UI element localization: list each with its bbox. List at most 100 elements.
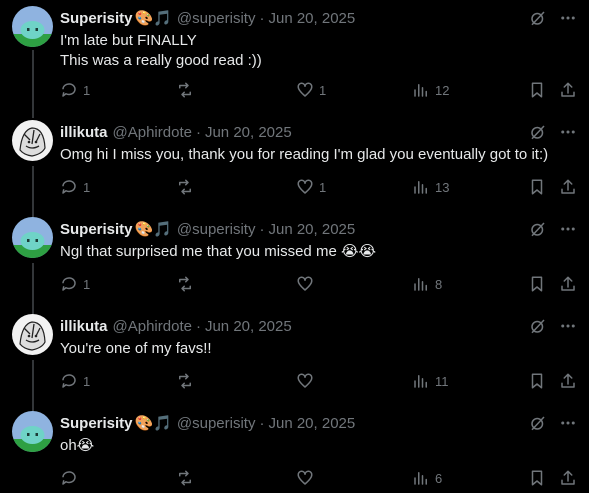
- avatar[interactable]: [12, 120, 53, 161]
- share-button[interactable]: [559, 372, 577, 390]
- share-button[interactable]: [559, 275, 577, 293]
- avatar[interactable]: [12, 314, 53, 355]
- view-count: 8: [435, 276, 443, 292]
- view-count: 12: [435, 82, 450, 98]
- repost-icon: [176, 275, 194, 293]
- views-icon: [412, 372, 430, 390]
- author-handle[interactable]: @superisity: [177, 221, 256, 238]
- bookmark-button[interactable]: [528, 81, 546, 99]
- avatar[interactable]: [12, 411, 53, 452]
- view-count: 13: [435, 179, 450, 195]
- view-count: 11: [435, 373, 449, 389]
- bookmark-icon: [528, 178, 546, 196]
- tweet-header: Superisity 🎨🎵 @superisity · Jun 20, 2025: [60, 413, 355, 433]
- like-button[interactable]: [296, 469, 319, 487]
- grok-icon[interactable]: [529, 317, 547, 335]
- author-handle[interactable]: @Aphirdote: [113, 124, 192, 141]
- like-button[interactable]: [296, 372, 319, 390]
- like-button[interactable]: [296, 275, 319, 293]
- reply-count: 1: [83, 179, 91, 195]
- like-count: 1: [319, 82, 327, 98]
- views-button[interactable]: 12: [412, 81, 449, 99]
- bookmark-icon: [528, 469, 546, 487]
- more-icon[interactable]: [559, 414, 577, 432]
- grok-icon[interactable]: [529, 9, 547, 27]
- view-count: 6: [435, 470, 443, 486]
- repost-icon: [176, 372, 194, 390]
- separator: ·: [195, 123, 201, 141]
- reply-count: 1: [83, 276, 91, 292]
- share-button[interactable]: [559, 81, 577, 99]
- repost-button[interactable]: [176, 469, 199, 487]
- bookmark-button[interactable]: [528, 372, 546, 390]
- views-button[interactable]: 13: [412, 178, 449, 196]
- share-button[interactable]: [559, 178, 577, 196]
- repost-icon: [176, 178, 194, 196]
- like-button[interactable]: 1: [296, 178, 326, 196]
- tweet-text: I'm late but FINALLY This was a really g…: [60, 32, 262, 69]
- avatar[interactable]: [12, 217, 53, 258]
- views-button[interactable]: 6: [412, 469, 442, 487]
- more-icon[interactable]: [559, 9, 577, 27]
- thread-line: [32, 166, 34, 218]
- avatar[interactable]: [12, 6, 53, 47]
- reply-button[interactable]: 1: [60, 372, 90, 390]
- bookmark-button[interactable]: [528, 275, 546, 293]
- views-icon: [412, 469, 430, 487]
- share-button[interactable]: [559, 469, 577, 487]
- thread-line: [32, 263, 34, 315]
- bookmark-icon: [528, 275, 546, 293]
- reply-button[interactable]: 1: [60, 275, 90, 293]
- tweet-date[interactable]: Jun 20, 2025: [268, 10, 355, 27]
- repost-button[interactable]: [176, 178, 199, 196]
- author-handle[interactable]: @Aphirdote: [113, 318, 192, 335]
- tweet-date[interactable]: Jun 20, 2025: [268, 415, 355, 432]
- reply-button[interactable]: 1: [60, 178, 90, 196]
- tweet-text: Omg hi I miss you, thank you for reading…: [60, 146, 549, 163]
- author-name[interactable]: Superisity: [60, 221, 133, 238]
- tweet-date[interactable]: Jun 20, 2025: [205, 318, 292, 335]
- share-icon: [559, 372, 577, 390]
- bookmark-icon: [528, 81, 546, 99]
- author-name[interactable]: Superisity: [60, 10, 133, 27]
- tweet-top-actions: [529, 220, 577, 238]
- more-icon[interactable]: [559, 317, 577, 335]
- repost-icon: [176, 469, 194, 487]
- reply-button[interactable]: [60, 469, 83, 487]
- reply-icon: [60, 275, 78, 293]
- author-name[interactable]: Superisity: [60, 415, 133, 432]
- separator: ·: [195, 317, 201, 335]
- author-handle[interactable]: @superisity: [177, 10, 256, 27]
- tweet-header: Superisity 🎨🎵 @superisity · Jun 20, 2025: [60, 219, 355, 239]
- thread-line: [32, 360, 34, 412]
- bookmark-button[interactable]: [528, 469, 546, 487]
- more-icon[interactable]: [559, 220, 577, 238]
- repost-button[interactable]: [176, 81, 199, 99]
- thread-line: [32, 50, 34, 118]
- like-icon: [296, 178, 314, 196]
- author-name[interactable]: illikuta: [60, 124, 108, 141]
- repost-button[interactable]: [176, 372, 199, 390]
- bookmark-button[interactable]: [528, 178, 546, 196]
- tweet-date[interactable]: Jun 20, 2025: [268, 221, 355, 238]
- bookmark-icon: [528, 372, 546, 390]
- tweet-header: illikuta @Aphirdote · Jun 20, 2025: [60, 122, 292, 142]
- like-button[interactable]: 1: [296, 81, 326, 99]
- grok-icon[interactable]: [529, 123, 547, 141]
- grok-icon[interactable]: [529, 220, 547, 238]
- repost-button[interactable]: [176, 275, 199, 293]
- views-button[interactable]: 8: [412, 275, 442, 293]
- tweet-top-actions: [529, 414, 577, 432]
- reply-button[interactable]: 1: [60, 81, 90, 99]
- reply-icon: [60, 469, 78, 487]
- tweet-text: Ngl that surprised me that you missed me…: [60, 243, 377, 260]
- reply-count: 1: [83, 373, 91, 389]
- author-handle[interactable]: @superisity: [177, 415, 256, 432]
- grok-icon[interactable]: [529, 414, 547, 432]
- tweet-date[interactable]: Jun 20, 2025: [205, 124, 292, 141]
- more-icon[interactable]: [559, 123, 577, 141]
- author-name[interactable]: illikuta: [60, 318, 108, 335]
- views-button[interactable]: 11: [412, 372, 449, 390]
- like-count: 1: [319, 179, 327, 195]
- reply-icon: [60, 81, 78, 99]
